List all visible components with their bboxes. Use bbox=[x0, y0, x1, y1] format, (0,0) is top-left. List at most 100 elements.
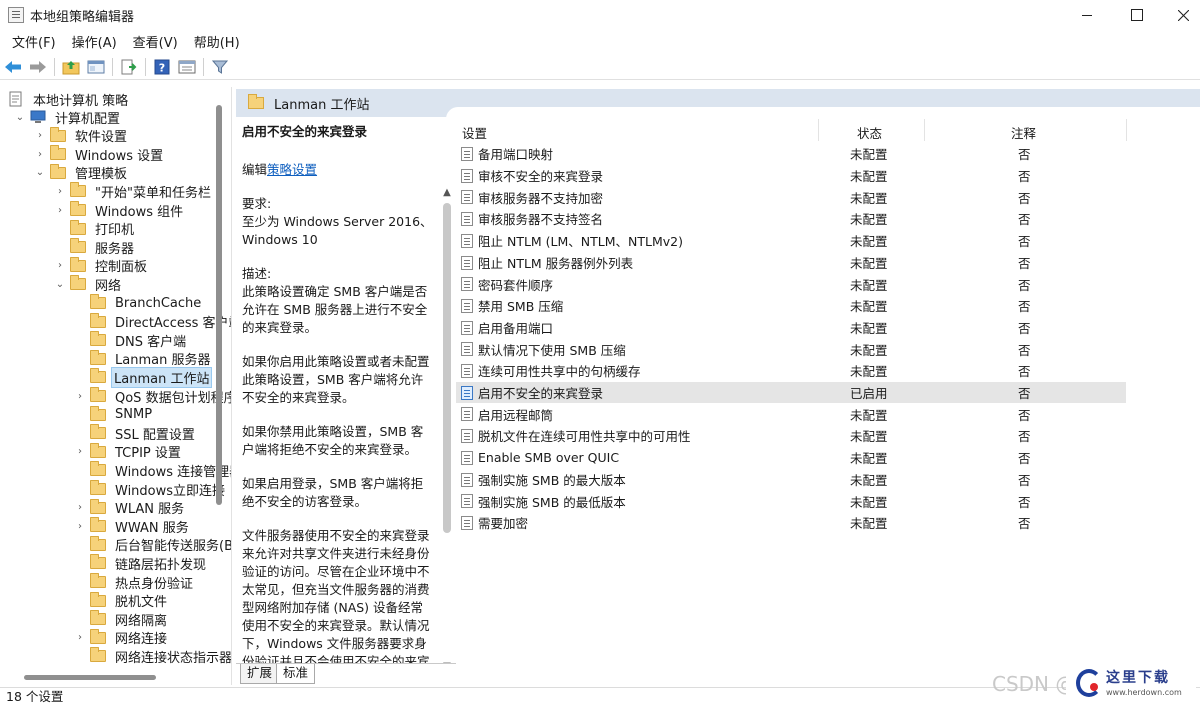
chevron-right-icon[interactable]: › bbox=[74, 446, 86, 458]
table-row[interactable]: 审核不安全的来宾登录 未配置 否 bbox=[456, 165, 1126, 187]
table-row[interactable]: 需要加密 未配置 否 bbox=[456, 512, 1126, 534]
tree-item[interactable]: 脱机文件 bbox=[74, 591, 171, 610]
menu-file[interactable]: 文件(F) bbox=[4, 32, 64, 51]
folder-icon bbox=[90, 461, 106, 477]
table-row[interactable]: Enable SMB over QUIC 未配置 否 bbox=[456, 447, 1126, 469]
tree-item[interactable]: SNMP bbox=[74, 405, 156, 424]
tab-standard[interactable]: 标准 bbox=[276, 664, 316, 684]
table-row[interactable]: 强制实施 SMB 的最低版本 未配置 否 bbox=[456, 490, 1126, 512]
tree-item[interactable]: › Windows 组件 bbox=[54, 201, 187, 220]
tree-pane[interactable]: 本地计算机 策略 ⌄ 计算机配置 › 软件设置 › Windows 设置 ⌄ 管理模板 › "开始… bbox=[0, 87, 232, 685]
tree-item[interactable]: › QoS 数据包计划程序 bbox=[74, 387, 231, 406]
export-list-button[interactable] bbox=[118, 56, 140, 78]
column-comment[interactable]: 注释 bbox=[1011, 123, 1036, 142]
column-divider[interactable] bbox=[924, 119, 925, 141]
maximize-button[interactable] bbox=[1114, 0, 1160, 30]
tree-item[interactable]: › WWAN 服务 bbox=[74, 517, 193, 536]
tree-item[interactable]: 服务器 bbox=[54, 238, 138, 257]
chevron-right-icon[interactable]: › bbox=[54, 204, 66, 216]
table-row[interactable]: 审核服务器不支持签名 未配置 否 bbox=[456, 208, 1126, 230]
tree-item[interactable]: DNS 客户端 bbox=[74, 331, 190, 350]
tree-item[interactable]: 打印机 bbox=[54, 219, 138, 238]
chevron-right-icon[interactable]: › bbox=[54, 260, 66, 272]
table-row[interactable]: 启用远程邮筒 未配置 否 bbox=[456, 403, 1126, 425]
tree-horizontal-scrollbar[interactable] bbox=[24, 675, 156, 680]
table-row[interactable]: 备用端口映射 未配置 否 bbox=[456, 143, 1126, 165]
column-divider[interactable] bbox=[1126, 119, 1127, 141]
description-scrollbar[interactable]: ▲ ▼ bbox=[439, 145, 455, 663]
properties-button[interactable] bbox=[176, 56, 198, 78]
chevron-down-icon[interactable]: ⌄ bbox=[54, 278, 66, 290]
tree-item[interactable]: Lanman 服务器 bbox=[74, 349, 214, 368]
tree-item[interactable]: Windows立即连接 bbox=[74, 480, 229, 499]
menu-view[interactable]: 查看(V) bbox=[125, 32, 186, 51]
tree-item[interactable]: › WLAN 服务 bbox=[74, 498, 188, 517]
policy-setting-icon bbox=[461, 147, 473, 161]
folder-icon bbox=[90, 442, 106, 458]
tree-item[interactable]: ⌄ 管理模板 bbox=[34, 163, 131, 182]
tree-item[interactable]: ⌄ 网络 bbox=[54, 275, 125, 294]
table-row[interactable]: 启用备用端口 未配置 否 bbox=[456, 317, 1126, 339]
tree-item[interactable]: › 网络连接 bbox=[74, 628, 171, 647]
column-setting[interactable]: 设置 bbox=[462, 123, 487, 142]
table-row[interactable]: 阻止 NTLM 服务器例外列表 未配置 否 bbox=[456, 252, 1126, 274]
tree-item[interactable]: DirectAccess 客户端 bbox=[74, 312, 231, 331]
tree-item[interactable]: 网络连接状态指示器 bbox=[74, 647, 231, 666]
chevron-right-icon[interactable]: › bbox=[74, 502, 86, 514]
up-folder-button[interactable] bbox=[60, 56, 82, 78]
scroll-up-icon[interactable]: ▲ bbox=[441, 187, 453, 199]
table-row[interactable]: 审核服务器不支持加密 未配置 否 bbox=[456, 186, 1126, 208]
tree-item[interactable]: 热点身份验证 bbox=[74, 573, 197, 592]
chevron-right-icon[interactable]: › bbox=[34, 130, 46, 142]
tab-extended[interactable]: 扩展 bbox=[240, 664, 280, 684]
tree-item[interactable]: 链路层拓扑发现 bbox=[74, 554, 210, 573]
table-row[interactable]: 密码套件顺序 未配置 否 bbox=[456, 273, 1126, 295]
chevron-right-icon[interactable]: › bbox=[34, 148, 46, 160]
help-button[interactable]: ? bbox=[151, 56, 173, 78]
tree-item[interactable]: › 控制面板 bbox=[54, 256, 151, 275]
tree-item[interactable]: SSL 配置设置 bbox=[74, 424, 199, 443]
chevron-right-icon[interactable]: › bbox=[74, 632, 86, 644]
tree-item[interactable]: BranchCache bbox=[74, 294, 205, 312]
tree-item[interactable]: › "开始"菜单和任务栏 bbox=[54, 182, 215, 201]
chevron-down-icon[interactable]: ⌄ bbox=[14, 111, 26, 123]
tree-item[interactable]: Lanman 工作站 bbox=[74, 366, 213, 388]
column-divider[interactable] bbox=[818, 119, 819, 141]
table-row[interactable]: 强制实施 SMB 的最大版本 未配置 否 bbox=[456, 469, 1126, 491]
policy-setting-icon bbox=[461, 190, 473, 205]
tree-item[interactable]: 网络隔离 bbox=[74, 610, 171, 629]
tree-item[interactable]: › 软件设置 bbox=[34, 126, 131, 145]
menu-help[interactable]: 帮助(H) bbox=[186, 32, 248, 51]
chevron-down-icon[interactable]: ⌄ bbox=[34, 167, 46, 179]
tree-item[interactable]: Windows 连接管理器 bbox=[74, 461, 231, 480]
chevron-right-icon[interactable]: › bbox=[74, 520, 86, 532]
table-row[interactable]: 连续可用性共享中的句柄缓存 未配置 否 bbox=[456, 360, 1126, 382]
table-row[interactable]: 启用不安全的来宾登录 已启用 否 bbox=[456, 381, 1126, 404]
chevron-right-icon[interactable]: › bbox=[74, 390, 86, 402]
column-state[interactable]: 状态 bbox=[857, 123, 882, 142]
minimize-button[interactable] bbox=[1064, 0, 1110, 30]
tree-item[interactable]: › TCPIP 设置 bbox=[74, 442, 185, 461]
back-button[interactable] bbox=[2, 56, 24, 78]
setting-name: 连续可用性共享中的句柄缓存 bbox=[478, 364, 641, 380]
show-hide-tree-button[interactable] bbox=[85, 56, 107, 78]
tree-item[interactable]: › Windows 设置 bbox=[34, 145, 167, 164]
setting-comment: 否 bbox=[1018, 147, 1031, 163]
table-row[interactable]: 禁用 SMB 压缩 未配置 否 bbox=[456, 295, 1126, 317]
forward-button[interactable] bbox=[27, 56, 49, 78]
tree-item[interactable]: ⌄ 计算机配置 bbox=[14, 108, 124, 127]
filter-button[interactable] bbox=[209, 56, 231, 78]
table-row[interactable]: 脱机文件在连续可用性共享中的可用性 未配置 否 bbox=[456, 425, 1126, 447]
scroll-thumb[interactable] bbox=[443, 203, 451, 533]
setting-name: 强制实施 SMB 的最大版本 bbox=[478, 472, 626, 488]
tree-root[interactable]: 本地计算机 策略 bbox=[8, 90, 132, 109]
tree-vertical-scrollbar[interactable] bbox=[216, 105, 222, 505]
chevron-right-icon[interactable]: › bbox=[54, 185, 66, 197]
menu-action[interactable]: 操作(A) bbox=[64, 32, 125, 51]
tree-item[interactable]: 后台智能传送服务(BITS) bbox=[74, 535, 231, 554]
edit-policy-link[interactable]: 策略设置 bbox=[267, 162, 317, 177]
table-row[interactable]: 默认情况下使用 SMB 压缩 未配置 否 bbox=[456, 338, 1126, 360]
table-row[interactable]: 阻止 NTLM (LM、NTLM、NTLMv2) 未配置 否 bbox=[456, 230, 1126, 252]
close-button[interactable] bbox=[1160, 0, 1200, 30]
